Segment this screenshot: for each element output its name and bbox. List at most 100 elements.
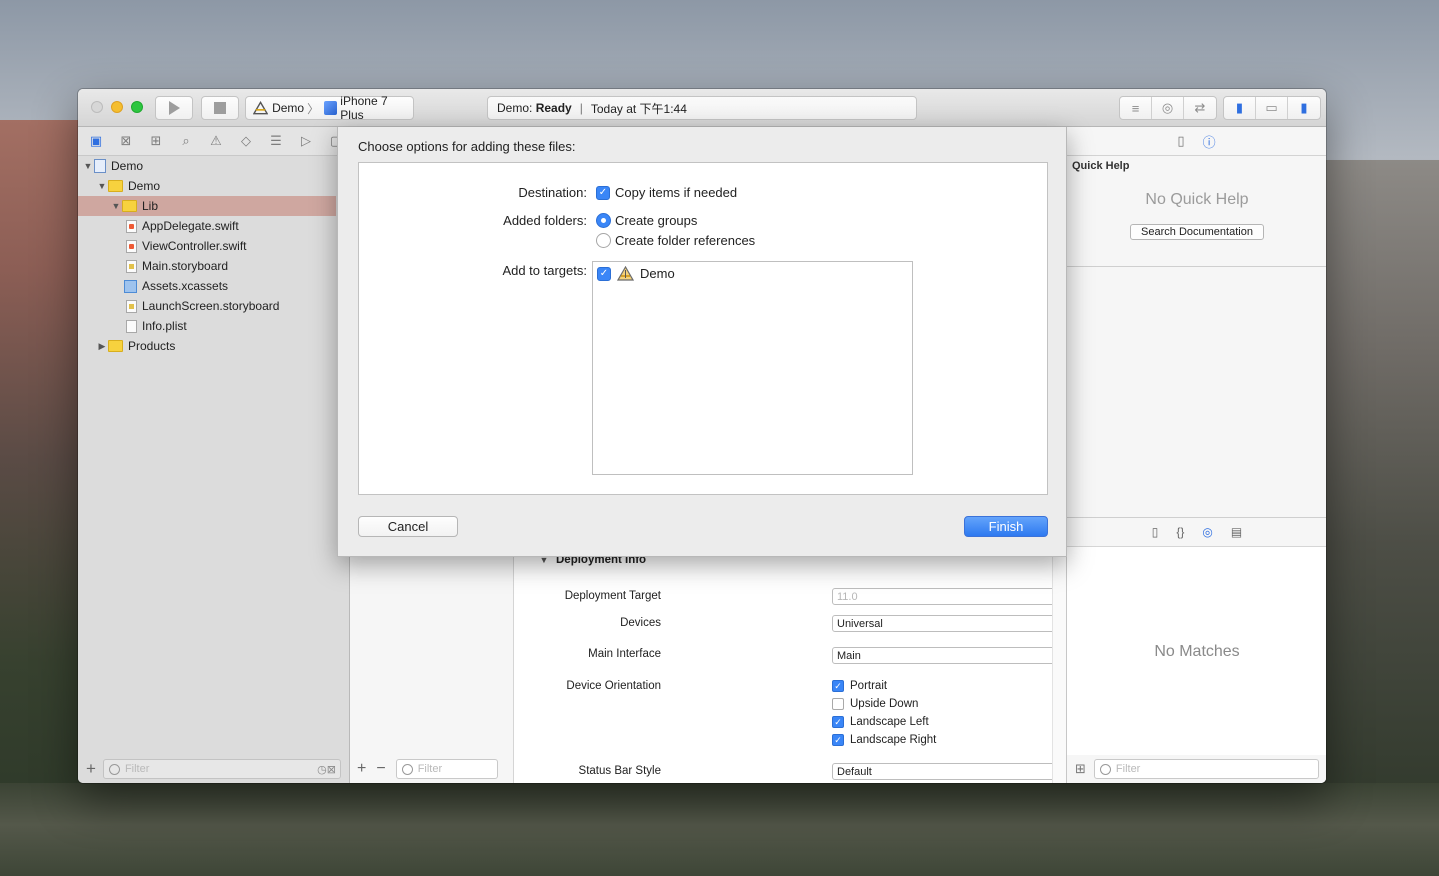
warning-icon[interactable]: ⚠: [205, 133, 227, 149]
orientation-portrait[interactable]: ✓ Portrait: [832, 680, 887, 692]
status-bar-style-value: Default: [837, 765, 872, 778]
activity-status: Demo: Ready | Today at 下午1:44: [487, 96, 917, 120]
recent-files-icon[interactable]: ◷⊠: [317, 763, 336, 776]
devices-label: Devices: [620, 617, 661, 629]
media-library-icon[interactable]: ▤: [1231, 525, 1242, 539]
library-filter-field[interactable]: Filter: [1093, 759, 1319, 779]
stop-button[interactable]: [201, 96, 239, 120]
object-library-icon[interactable]: ◎: [1202, 525, 1212, 539]
disclosure-open-icon[interactable]: ▼: [110, 201, 122, 211]
no-quick-help-text: No Quick Help: [1145, 191, 1249, 208]
create-folder-refs-label: Create folder references: [615, 233, 756, 248]
folder-icon: [122, 200, 137, 212]
tree-item-file[interactable]: AppDelegate.swift: [78, 216, 336, 236]
checkbox-checked-icon[interactable]: ✓: [596, 185, 610, 200]
source-control-icon[interactable]: ⊠: [115, 133, 137, 149]
scheme-selector[interactable]: Demo 〉 iPhone 7 Plus: [245, 94, 414, 122]
storyboard-file-icon: [126, 299, 137, 313]
remove-icon[interactable]: −: [376, 760, 385, 778]
tree-item-file[interactable]: LaunchScreen.storyboard: [78, 296, 336, 316]
tree-item-label: Products: [128, 339, 176, 353]
orientation-upside-down[interactable]: Upside Down: [832, 698, 918, 710]
debug-area-toggle-icon[interactable]: ▭: [1256, 97, 1288, 119]
symbol-icon[interactable]: ⊞: [145, 133, 167, 149]
test-icon[interactable]: ◇: [235, 133, 257, 149]
wallpaper-bottom: [0, 783, 1439, 876]
run-button[interactable]: [155, 96, 193, 120]
radio-unselected-icon[interactable]: [596, 233, 611, 248]
orientation-landscape-right[interactable]: ✓ Landscape Right: [832, 734, 936, 746]
tree-item-file[interactable]: Main.storyboard: [78, 256, 336, 276]
minimize-window-button[interactable]: [111, 101, 123, 113]
quick-help-icon[interactable]: ⓘ: [1203, 132, 1216, 151]
orientation-label: Device Orientation: [566, 680, 661, 692]
navigator-filter-field[interactable]: Filter ◷⊠: [102, 759, 341, 779]
wallpaper-right: [1325, 160, 1439, 800]
navigator-tabs: ▣ ⊠ ⊞ ⌕ ⚠ ◇ ☰ ▷ ▢: [78, 127, 349, 156]
copy-items-checkbox[interactable]: ✓ Copy items if needed: [596, 185, 737, 200]
code-snippet-icon[interactable]: {}: [1176, 525, 1184, 539]
search-documentation-button[interactable]: Search Documentation: [1130, 224, 1264, 240]
tree-item-file[interactable]: Info.plist: [78, 316, 336, 336]
xcode-app-icon: [253, 101, 269, 115]
disclosure-open-icon[interactable]: ▼: [82, 161, 94, 171]
assistant-editor-icon[interactable]: ◎: [1152, 97, 1184, 119]
filter-placeholder: Filter: [124, 763, 150, 775]
folder-icon: [108, 180, 123, 192]
orientation-landscape-left[interactable]: ✓ Landscape Left: [832, 716, 929, 728]
disclosure-closed-icon[interactable]: ▶: [96, 341, 108, 352]
disclosure-open-icon[interactable]: ▼: [96, 181, 108, 191]
filter-placeholder: Filter: [417, 763, 443, 775]
tree-item-group[interactable]: ▼ Demo: [78, 176, 336, 196]
main-interface-label: Main Interface: [588, 648, 661, 660]
version-editor-icon[interactable]: ⇄: [1184, 97, 1216, 119]
finish-button[interactable]: Finish: [964, 516, 1048, 537]
target-row-demo[interactable]: ✓ Demo: [597, 266, 675, 281]
target-name: Demo: [640, 266, 675, 281]
tree-item-lib[interactable]: ▼ Lib: [78, 196, 336, 216]
swift-file-icon: [126, 239, 137, 253]
checkbox-checked-icon[interactable]: ✓: [832, 680, 844, 692]
library-tabs: ▯ {} ◎ ▤: [1067, 517, 1326, 547]
toolbar: Demo 〉 iPhone 7 Plus Demo: Ready | Today…: [78, 89, 1326, 127]
targets-bottom-bar: + − Filter: [350, 755, 514, 783]
radio-selected-icon[interactable]: [596, 213, 611, 228]
create-groups-radio[interactable]: Create groups: [596, 213, 697, 228]
asset-catalog-icon: [124, 279, 137, 293]
checkbox-unchecked-icon[interactable]: [832, 698, 844, 710]
create-folder-references-radio[interactable]: Create folder references: [596, 233, 755, 248]
navigator-bottom-bar: + Filter ◷⊠: [78, 755, 349, 783]
grid-view-icon[interactable]: ⊞: [1075, 761, 1086, 777]
tree-item-file[interactable]: ViewController.swift: [78, 236, 336, 256]
checkbox-label: Upside Down: [850, 698, 919, 710]
debug-icon[interactable]: ☰: [265, 133, 287, 149]
project-file-icon: [94, 159, 106, 173]
add-icon[interactable]: +: [86, 759, 96, 779]
file-inspector-icon[interactable]: ▯: [1177, 133, 1184, 149]
utilities-inspector: ▯ ⓘ Quick Help No Quick Help Search Docu…: [1066, 127, 1326, 783]
breakpoint-icon[interactable]: ▷: [295, 133, 317, 149]
chevron-right-icon: 〉: [307, 101, 320, 116]
deployment-target-value: 11.0: [837, 590, 858, 603]
tree-item-label: Demo: [111, 159, 144, 173]
navigator-toggle-icon[interactable]: ▮: [1224, 97, 1256, 119]
add-icon[interactable]: +: [357, 760, 366, 778]
cancel-button[interactable]: Cancel: [358, 516, 458, 537]
checkbox-checked-icon[interactable]: ✓: [597, 266, 611, 281]
targets-filter-field[interactable]: Filter: [395, 759, 498, 779]
inspector-toggle-icon[interactable]: ▮: [1288, 97, 1320, 119]
tree-item-products[interactable]: ▶ Products: [78, 336, 336, 356]
search-icon[interactable]: ⌕: [175, 133, 197, 149]
app-target-icon: [617, 266, 634, 281]
file-template-icon[interactable]: ▯: [1152, 525, 1159, 539]
checkbox-checked-icon[interactable]: ✓: [832, 716, 844, 728]
create-groups-label: Create groups: [615, 213, 698, 228]
wallpaper-left: [0, 120, 80, 800]
standard-editor-icon[interactable]: ≡: [1120, 97, 1152, 119]
close-window-button[interactable]: [91, 101, 103, 113]
folder-icon[interactable]: ▣: [85, 133, 107, 149]
checkbox-checked-icon[interactable]: ✓: [832, 734, 844, 746]
tree-item-file[interactable]: Assets.xcassets: [78, 276, 336, 296]
zoom-window-button[interactable]: [131, 101, 143, 113]
tree-item-project[interactable]: ▼ Demo: [78, 156, 336, 176]
